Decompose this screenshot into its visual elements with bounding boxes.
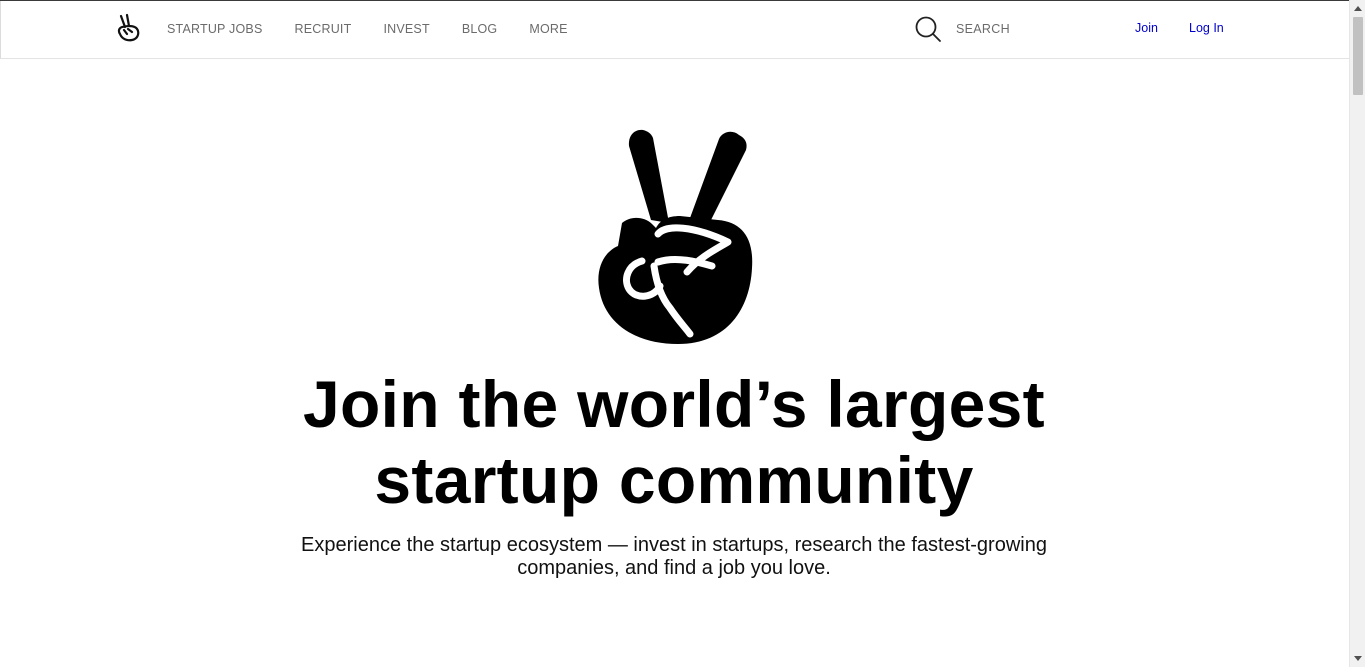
hero-headline: Join the world’s largest startup communi…	[224, 366, 1124, 518]
vertical-scrollbar[interactable]	[1349, 0, 1365, 667]
nav-item-more[interactable]: MORE	[529, 22, 567, 36]
login-link[interactable]: Log In	[1189, 21, 1224, 35]
main-nav: STARTUP JOBS RECRUIT INVEST BLOG MORE	[167, 1, 600, 57]
hero-section: Join the world’s largest startup communi…	[0, 59, 1349, 667]
chevron-down-icon	[1354, 656, 1362, 661]
headline-line-1: Join the world’s largest	[303, 367, 1045, 441]
victory-hand-icon	[117, 13, 140, 42]
scrollbar-thumb[interactable]	[1353, 17, 1363, 95]
brand-logo-link[interactable]	[114, 13, 142, 43]
victory-hand-icon	[598, 129, 753, 344]
scroll-down-arrow[interactable]	[1350, 651, 1365, 667]
search-input[interactable]	[956, 17, 1106, 41]
chevron-up-icon	[1354, 6, 1362, 11]
search-box	[914, 14, 1106, 44]
nav-item-startup-jobs[interactable]: STARTUP JOBS	[167, 22, 262, 36]
search-icon[interactable]	[914, 15, 942, 43]
subtitle-line-1: Experience the startup ecosystem — inves…	[301, 534, 1047, 556]
hero-logo	[596, 128, 756, 346]
subtitle-line-2: companies, and find a job you love.	[517, 557, 831, 579]
scroll-up-arrow[interactable]	[1350, 0, 1365, 16]
nav-item-invest[interactable]: INVEST	[383, 22, 429, 36]
nav-item-blog[interactable]: BLOG	[462, 22, 498, 36]
hero-subtitle: Experience the startup ecosystem — inves…	[274, 534, 1074, 580]
top-navbar: STARTUP JOBS RECRUIT INVEST BLOG MORE Jo…	[0, 1, 1349, 59]
headline-line-2: startup community	[374, 443, 974, 517]
nav-item-recruit[interactable]: RECRUIT	[294, 22, 351, 36]
join-link[interactable]: Join	[1135, 21, 1158, 35]
